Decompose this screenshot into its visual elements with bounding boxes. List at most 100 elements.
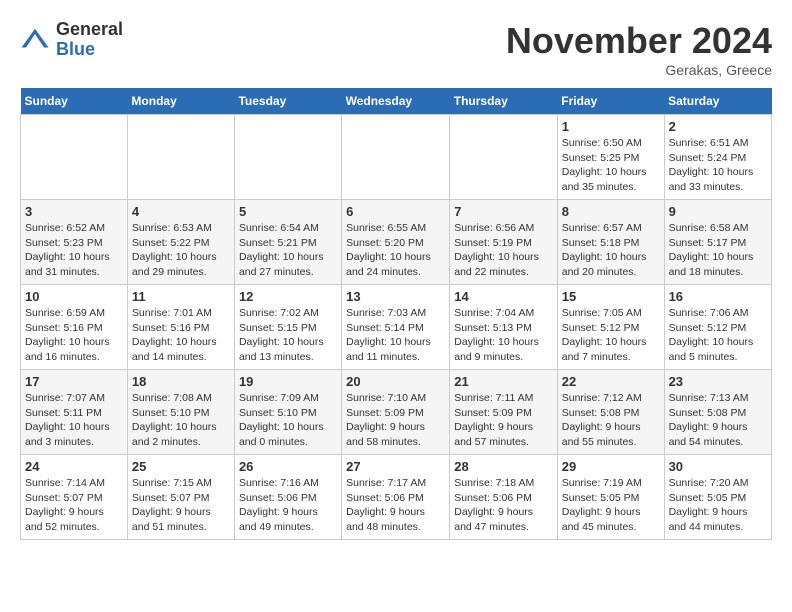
- weekday-header: Saturday: [664, 88, 771, 115]
- calendar-cell: 18 Sunrise: 7:08 AM Sunset: 5:10 PM Dayli…: [127, 370, 234, 455]
- calendar-cell: 2 Sunrise: 6:51 AM Sunset: 5:24 PM Daylig…: [664, 115, 771, 200]
- calendar-cell: 26 Sunrise: 7:16 AM Sunset: 5:06 PM Dayli…: [234, 455, 341, 540]
- day-info: Sunrise: 7:16 AM Sunset: 5:06 PM Dayligh…: [239, 476, 337, 535]
- day-number: 12: [239, 289, 337, 304]
- calendar-week-row: 17 Sunrise: 7:07 AM Sunset: 5:11 PM Dayli…: [21, 370, 772, 455]
- weekday-header-row: SundayMondayTuesdayWednesdayThursdayFrid…: [21, 88, 772, 115]
- day-number: 28: [454, 459, 552, 474]
- weekday-header: Monday: [127, 88, 234, 115]
- day-number: 27: [346, 459, 445, 474]
- day-number: 5: [239, 204, 337, 219]
- day-number: 26: [239, 459, 337, 474]
- day-number: 17: [25, 374, 123, 389]
- day-info: Sunrise: 7:06 AM Sunset: 5:12 PM Dayligh…: [669, 306, 767, 365]
- day-info: Sunrise: 7:02 AM Sunset: 5:15 PM Dayligh…: [239, 306, 337, 365]
- calendar-week-row: 10 Sunrise: 6:59 AM Sunset: 5:16 PM Dayli…: [21, 285, 772, 370]
- day-number: 22: [562, 374, 660, 389]
- logo: General Blue: [20, 20, 123, 60]
- day-info: Sunrise: 7:17 AM Sunset: 5:06 PM Dayligh…: [346, 476, 445, 535]
- day-info: Sunrise: 7:01 AM Sunset: 5:16 PM Dayligh…: [132, 306, 230, 365]
- calendar-cell: 17 Sunrise: 7:07 AM Sunset: 5:11 PM Dayli…: [21, 370, 128, 455]
- day-info: Sunrise: 7:04 AM Sunset: 5:13 PM Dayligh…: [454, 306, 552, 365]
- page-header: General Blue November 2024 Gerakas, Gree…: [20, 20, 772, 78]
- day-info: Sunrise: 6:52 AM Sunset: 5:23 PM Dayligh…: [25, 221, 123, 280]
- day-number: 20: [346, 374, 445, 389]
- month-title: November 2024: [506, 20, 772, 62]
- weekday-header: Thursday: [450, 88, 557, 115]
- calendar-cell: 7 Sunrise: 6:56 AM Sunset: 5:19 PM Daylig…: [450, 200, 557, 285]
- day-number: 14: [454, 289, 552, 304]
- day-number: 15: [562, 289, 660, 304]
- day-info: Sunrise: 7:10 AM Sunset: 5:09 PM Dayligh…: [346, 391, 445, 450]
- calendar-cell: 19 Sunrise: 7:09 AM Sunset: 5:10 PM Dayli…: [234, 370, 341, 455]
- weekday-header: Sunday: [21, 88, 128, 115]
- calendar-cell: 1Sunrise: 6:50 AM Sunset: 5:25 PM Daylig…: [557, 115, 664, 200]
- calendar-cell: [234, 115, 341, 200]
- day-info: Sunrise: 6:51 AM Sunset: 5:24 PM Dayligh…: [669, 136, 767, 195]
- day-number: 6: [346, 204, 445, 219]
- day-info: Sunrise: 6:58 AM Sunset: 5:17 PM Dayligh…: [669, 221, 767, 280]
- day-number: 4: [132, 204, 230, 219]
- calendar-cell: 14 Sunrise: 7:04 AM Sunset: 5:13 PM Dayli…: [450, 285, 557, 370]
- calendar-week-row: 24Sunrise: 7:14 AM Sunset: 5:07 PM Dayli…: [21, 455, 772, 540]
- calendar-cell: 12 Sunrise: 7:02 AM Sunset: 5:15 PM Dayli…: [234, 285, 341, 370]
- day-info: Sunrise: 7:03 AM Sunset: 5:14 PM Dayligh…: [346, 306, 445, 365]
- calendar-cell: 21Sunrise: 7:11 AM Sunset: 5:09 PM Dayli…: [450, 370, 557, 455]
- calendar-cell: 10 Sunrise: 6:59 AM Sunset: 5:16 PM Dayli…: [21, 285, 128, 370]
- day-info: Sunrise: 7:19 AM Sunset: 5:05 PM Dayligh…: [562, 476, 660, 535]
- weekday-header: Friday: [557, 88, 664, 115]
- day-info: Sunrise: 6:57 AM Sunset: 5:18 PM Dayligh…: [562, 221, 660, 280]
- day-info: Sunrise: 7:08 AM Sunset: 5:10 PM Dayligh…: [132, 391, 230, 450]
- day-number: 8: [562, 204, 660, 219]
- day-info: Sunrise: 6:55 AM Sunset: 5:20 PM Dayligh…: [346, 221, 445, 280]
- location: Gerakas, Greece: [506, 62, 772, 78]
- day-info: Sunrise: 6:59 AM Sunset: 5:16 PM Dayligh…: [25, 306, 123, 365]
- day-number: 3: [25, 204, 123, 219]
- weekday-header: Wednesday: [342, 88, 450, 115]
- calendar-cell: 28 Sunrise: 7:18 AM Sunset: 5:06 PM Dayli…: [450, 455, 557, 540]
- day-info: Sunrise: 6:54 AM Sunset: 5:21 PM Dayligh…: [239, 221, 337, 280]
- day-info: Sunrise: 7:20 AM Sunset: 5:05 PM Dayligh…: [669, 476, 767, 535]
- day-info: Sunrise: 6:56 AM Sunset: 5:19 PM Dayligh…: [454, 221, 552, 280]
- calendar-cell: 3 Sunrise: 6:52 AM Sunset: 5:23 PM Daylig…: [21, 200, 128, 285]
- logo-icon: [20, 25, 50, 55]
- day-number: 16: [669, 289, 767, 304]
- day-number: 19: [239, 374, 337, 389]
- logo-text: General Blue: [56, 20, 123, 60]
- day-number: 21: [454, 374, 552, 389]
- weekday-header: Tuesday: [234, 88, 341, 115]
- calendar-cell: [127, 115, 234, 200]
- day-number: 10: [25, 289, 123, 304]
- day-info: Sunrise: 6:53 AM Sunset: 5:22 PM Dayligh…: [132, 221, 230, 280]
- day-number: 18: [132, 374, 230, 389]
- calendar-cell: 29Sunrise: 7:19 AM Sunset: 5:05 PM Dayli…: [557, 455, 664, 540]
- day-number: 7: [454, 204, 552, 219]
- calendar-table: SundayMondayTuesdayWednesdayThursdayFrid…: [20, 88, 772, 540]
- calendar-cell: 8 Sunrise: 6:57 AM Sunset: 5:18 PM Daylig…: [557, 200, 664, 285]
- calendar-cell: 24Sunrise: 7:14 AM Sunset: 5:07 PM Dayli…: [21, 455, 128, 540]
- day-info: Sunrise: 7:18 AM Sunset: 5:06 PM Dayligh…: [454, 476, 552, 535]
- day-number: 2: [669, 119, 767, 134]
- day-number: 11: [132, 289, 230, 304]
- calendar-cell: 27 Sunrise: 7:17 AM Sunset: 5:06 PM Dayli…: [342, 455, 450, 540]
- day-info: Sunrise: 7:07 AM Sunset: 5:11 PM Dayligh…: [25, 391, 123, 450]
- calendar-cell: 30 Sunrise: 7:20 AM Sunset: 5:05 PM Dayli…: [664, 455, 771, 540]
- day-info: Sunrise: 6:50 AM Sunset: 5:25 PM Dayligh…: [562, 136, 660, 195]
- day-info: Sunrise: 7:09 AM Sunset: 5:10 PM Dayligh…: [239, 391, 337, 450]
- day-info: Sunrise: 7:12 AM Sunset: 5:08 PM Dayligh…: [562, 391, 660, 450]
- day-info: Sunrise: 7:13 AM Sunset: 5:08 PM Dayligh…: [669, 391, 767, 450]
- calendar-cell: 6 Sunrise: 6:55 AM Sunset: 5:20 PM Daylig…: [342, 200, 450, 285]
- day-number: 30: [669, 459, 767, 474]
- day-number: 9: [669, 204, 767, 219]
- day-info: Sunrise: 7:15 AM Sunset: 5:07 PM Dayligh…: [132, 476, 230, 535]
- day-info: Sunrise: 7:05 AM Sunset: 5:12 PM Dayligh…: [562, 306, 660, 365]
- calendar-cell: 13Sunrise: 7:03 AM Sunset: 5:14 PM Dayli…: [342, 285, 450, 370]
- calendar-cell: 11 Sunrise: 7:01 AM Sunset: 5:16 PM Dayli…: [127, 285, 234, 370]
- calendar-cell: 16 Sunrise: 7:06 AM Sunset: 5:12 PM Dayli…: [664, 285, 771, 370]
- calendar-cell: [450, 115, 557, 200]
- calendar-cell: 23 Sunrise: 7:13 AM Sunset: 5:08 PM Dayli…: [664, 370, 771, 455]
- calendar-cell: 22 Sunrise: 7:12 AM Sunset: 5:08 PM Dayli…: [557, 370, 664, 455]
- calendar-cell: 15 Sunrise: 7:05 AM Sunset: 5:12 PM Dayli…: [557, 285, 664, 370]
- day-number: 23: [669, 374, 767, 389]
- day-number: 25: [132, 459, 230, 474]
